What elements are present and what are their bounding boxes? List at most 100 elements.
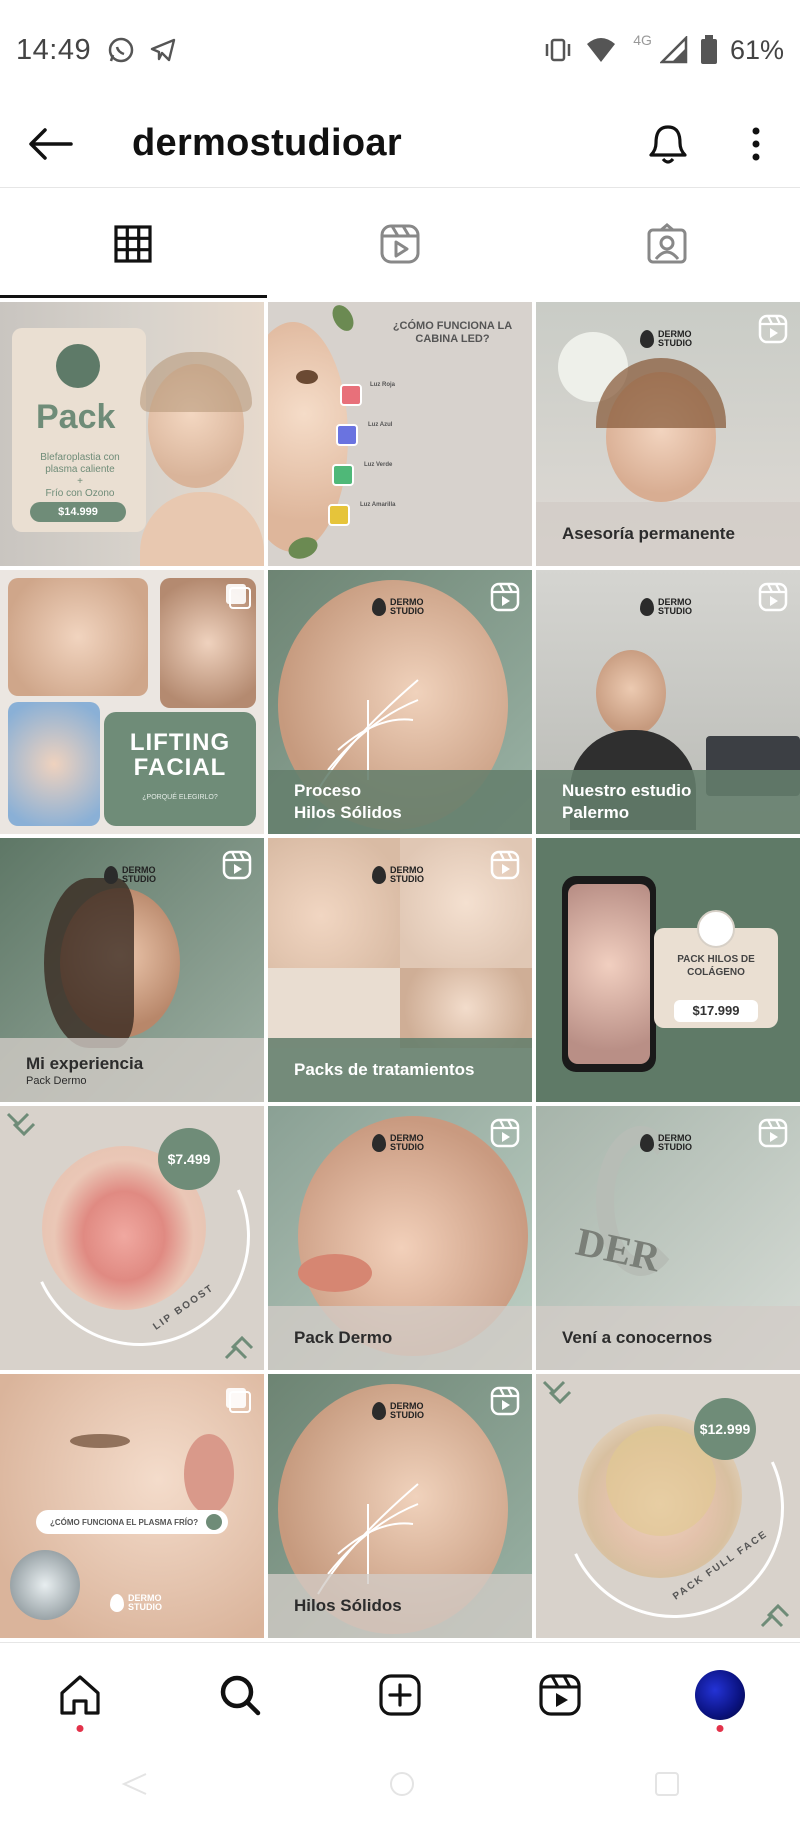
whatsapp-icon <box>108 37 134 63</box>
back-button[interactable] <box>0 100 100 188</box>
brand-logo: DERMO STUDIO <box>372 1402 424 1420</box>
post-caption: Hilos Sólidos <box>294 1596 402 1616</box>
brand-drop-icon <box>640 598 654 616</box>
post-tile[interactable]: DERMO STUDIO Mi experiencia Pack Dermo <box>0 838 264 1102</box>
nav-search[interactable] <box>160 1643 320 1746</box>
brand-line: STUDIO <box>390 606 425 616</box>
model-hair <box>44 878 134 1048</box>
promo-title-line: PACK HILOS DE <box>677 954 755 965</box>
profile-header: dermostudioar <box>0 100 800 188</box>
brand-line: STUDIO <box>658 606 693 616</box>
post-tile[interactable]: DERMO STUDIO Nuestro estudio Palermo <box>536 570 800 834</box>
reel-icon <box>490 1118 520 1148</box>
telegram-icon <box>150 38 176 62</box>
post-caption: Mi experiencia <box>26 1054 144 1074</box>
caption-band: Pack Dermo <box>268 1306 532 1370</box>
model-eye <box>70 1434 130 1448</box>
post-tile[interactable]: DERMO STUDIO Asesoría permanente <box>536 302 800 566</box>
post-tile[interactable]: $12.999 PACK FULL FACE <box>536 1374 800 1638</box>
led-label: Luz Amarilla <box>360 502 396 508</box>
led-label: Luz Roja <box>370 382 395 388</box>
reel-icon <box>758 582 788 612</box>
tab-reels[interactable] <box>267 190 534 298</box>
collage-photo <box>268 838 400 968</box>
nav-reels[interactable] <box>480 1643 640 1746</box>
brand-logo: DERMO STUDIO <box>372 1134 424 1152</box>
post-caption: Asesoría permanente <box>562 524 735 544</box>
profile-notification-dot <box>716 1725 724 1732</box>
promo-desc-line: Blefaroplastia con <box>40 452 120 463</box>
brand-logo-circle <box>56 344 100 388</box>
post-tile[interactable]: LIFTING FACIAL ¿PORQUÉ ELEGIRLO? <box>0 570 264 834</box>
post-tile[interactable]: DERMO STUDIO Proceso Hilos Sólidos <box>268 570 532 834</box>
post-caption: Packs de tratamientos <box>294 1060 475 1080</box>
lifting-title-line: FACIAL <box>133 754 227 782</box>
reel-icon <box>490 582 520 612</box>
carousel-icon <box>226 584 251 609</box>
post-tile[interactable]: ¿CÓMO FUNCIONA LA CABINA LED? Luz Roja L… <box>268 302 532 566</box>
promo-title: PACK HILOS DE COLÁGENO <box>654 954 778 979</box>
notifications-button[interactable] <box>624 100 712 188</box>
post-tile[interactable]: DER DERMO STUDIO Vení a conocernos <box>536 1106 800 1370</box>
system-recents-icon[interactable] <box>654 1771 680 1797</box>
reel-icon <box>490 850 520 880</box>
post-tile[interactable]: DERMO STUDIO Pack Dermo <box>268 1106 532 1370</box>
nav-home[interactable] <box>0 1643 160 1746</box>
model-eye <box>296 370 318 384</box>
more-options-button[interactable] <box>712 100 800 188</box>
promo-desc-line: + <box>77 476 83 487</box>
promo-title: Pack <box>36 398 116 436</box>
chevrons-decoration <box>224 1335 254 1360</box>
brand-drop-icon <box>372 1134 386 1152</box>
caption-band: Asesoría permanente <box>536 502 800 566</box>
brand-drop-icon <box>640 1134 654 1152</box>
brand-logo-circle <box>697 910 735 948</box>
post-tile[interactable]: Pack Blefaroplastia con plasma caliente … <box>0 302 264 566</box>
caption-band: Proceso Hilos Sólidos <box>268 770 532 834</box>
network-type: 4G <box>633 32 652 48</box>
reels-icon <box>539 1673 581 1716</box>
battery-icon <box>700 35 717 64</box>
nav-profile[interactable] <box>640 1643 800 1746</box>
brand-line: STUDIO <box>390 874 425 884</box>
collage-photo <box>400 968 532 1048</box>
model-face <box>596 650 666 736</box>
vibrate-icon <box>546 38 571 62</box>
device-tool <box>10 1550 80 1620</box>
reel-icon <box>758 1118 788 1148</box>
phone-screen-photo <box>568 884 650 1064</box>
more-vertical-icon <box>752 127 760 160</box>
tab-tagged[interactable] <box>533 190 800 298</box>
post-tile[interactable]: $7.499 LIP BOOST <box>0 1106 264 1370</box>
signal-icon <box>659 36 688 64</box>
post-tile[interactable]: DERMO STUDIO Packs de tratamientos <box>268 838 532 1102</box>
brand-logo: DERMO STUDIO <box>372 598 424 616</box>
system-back-icon[interactable] <box>120 1772 150 1796</box>
bottom-navigation <box>0 1642 800 1746</box>
reel-icon <box>490 1386 520 1416</box>
led-label: Luz Azul <box>368 422 393 428</box>
led-red-swatch <box>340 384 362 406</box>
status-time: 14:49 <box>16 33 92 66</box>
brand-drop-icon <box>372 598 386 616</box>
nav-create[interactable] <box>320 1643 480 1746</box>
posts-grid: Pack Blefaroplastia con plasma caliente … <box>0 302 800 1638</box>
post-tile[interactable]: PACK HILOS DE COLÁGENO $17.999 <box>536 838 800 1102</box>
post-tile[interactable]: DERMO STUDIO Hilos Sólidos <box>268 1374 532 1638</box>
brand-line: STUDIO <box>390 1410 425 1420</box>
price-badge: $7.499 <box>158 1128 220 1190</box>
post-caption: Pack Dermo <box>294 1328 393 1348</box>
post-tile[interactable]: ¿CÓMO FUNCIONA EL PLASMA FRÍO? DERMO STUD… <box>0 1374 264 1638</box>
system-home-icon[interactable] <box>389 1771 415 1797</box>
promo-price: $14.999 <box>30 502 126 522</box>
tab-posts[interactable] <box>0 190 267 298</box>
brand-line: STUDIO <box>122 874 157 884</box>
lifting-subtitle: ¿PORQUÉ ELEGIRLO? <box>142 794 218 801</box>
brand-drop-icon <box>640 330 654 348</box>
brand-drop-icon <box>372 866 386 884</box>
led-label: Luz Verde <box>364 462 393 468</box>
chevrons-decoration <box>6 1112 36 1137</box>
lifting-title-line: LIFTING <box>129 729 231 756</box>
brand-logo: DERMO STUDIO <box>372 866 424 884</box>
bell-icon <box>649 124 687 164</box>
